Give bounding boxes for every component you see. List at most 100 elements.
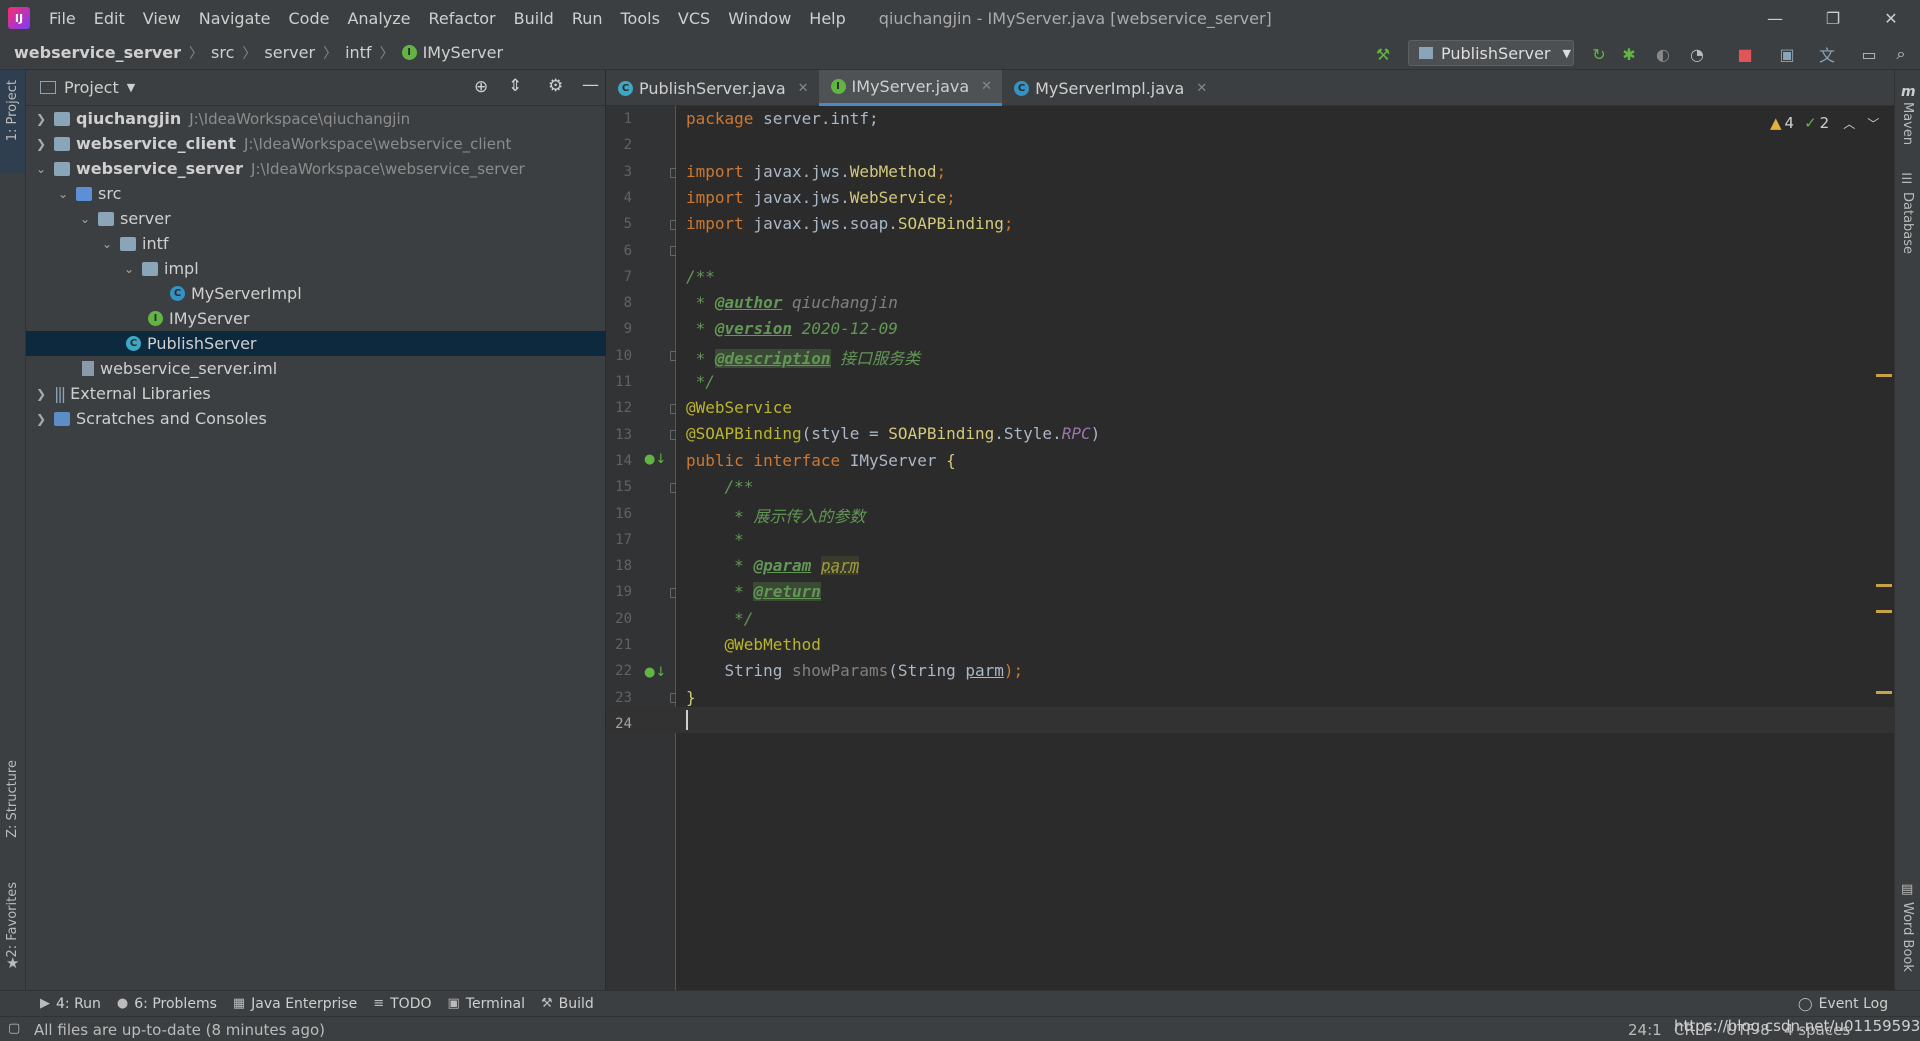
minimize-icon[interactable]: — — [1746, 0, 1804, 36]
terminal-tool-button[interactable]: ▣ Terminal — [448, 996, 525, 1012]
breadcrumb-server[interactable]: server — [264, 43, 315, 62]
run-configuration-select[interactable]: PublishServer ▼ — [1408, 40, 1574, 66]
search-icon[interactable]: ⌕ — [1890, 43, 1912, 65]
next-highlight-icon[interactable]: ﹀ — [1867, 115, 1879, 132]
tab-imyserver[interactable]: I IMyServer.java ✕ — [818, 70, 1003, 106]
menu-vcs[interactable]: VCS — [669, 9, 719, 28]
tree-item-server[interactable]: ⌄ server — [26, 206, 606, 231]
warning-stripe[interactable] — [1876, 374, 1892, 377]
menu-edit[interactable]: Edit — [85, 9, 134, 28]
code-token: @SOAPBinding — [686, 424, 802, 443]
caret-position[interactable]: 24:1 — [1628, 1021, 1662, 1039]
close-icon[interactable]: ✕ — [1862, 0, 1920, 36]
java-enterprise-tool-button[interactable]: ▦ Java Enterprise — [233, 996, 357, 1012]
wordbook-tool-label[interactable]: Word Book — [1900, 902, 1915, 972]
menu-run[interactable]: Run — [563, 9, 612, 28]
project-tool-label[interactable]: 1: Project — [5, 80, 20, 141]
menu-tools[interactable]: Tools — [612, 9, 669, 28]
project-panel-header: Project ▼ ⊕ ⇕ ⚙ — — [26, 70, 605, 106]
tree-item-scratches[interactable]: ❯ Scratches and Consoles — [26, 406, 606, 431]
tree-item-label: intf — [142, 234, 169, 253]
maven-tool-label[interactable]: Maven — [1900, 102, 1915, 145]
tree-item-myserverimpl[interactable]: C MyServerImpl — [26, 281, 606, 306]
chevron-down-icon[interactable]: ▼ — [127, 81, 135, 94]
tree-item-qiuchangjin[interactable]: ❯ qiuchangjin J:\IdeaWorkspace\qiuchangj… — [26, 106, 606, 131]
stop-icon[interactable]: ■ — [1734, 43, 1756, 65]
profiler-icon[interactable]: ◔ — [1686, 43, 1708, 65]
chevron-down-icon[interactable]: ⌄ — [100, 237, 114, 251]
project-view-select[interactable]: Project — [64, 78, 119, 97]
debug-icon[interactable]: ✱ — [1618, 43, 1640, 65]
breadcrumb-src[interactable]: src — [211, 43, 234, 62]
problems-tool-button[interactable]: ● 6: Problems — [117, 996, 217, 1012]
hide-panel-icon[interactable]: — — [582, 75, 599, 95]
tree-item-imyserver[interactable]: I IMyServer — [26, 306, 606, 331]
build-tool-button[interactable]: ⚒ Build — [541, 996, 594, 1012]
warning-stripe[interactable] — [1876, 584, 1892, 587]
collapse-all-icon[interactable]: ⇕ — [508, 76, 522, 96]
tree-item-iml[interactable]: webservice_server.iml — [26, 356, 606, 381]
tab-myserverimpl[interactable]: C MyServerImpl.java ✕ — [1002, 70, 1217, 106]
warning-stripe[interactable] — [1876, 610, 1892, 613]
structure-tool-label[interactable]: Z: Structure — [5, 760, 20, 838]
tree-item-impl[interactable]: ⌄ impl — [26, 256, 606, 281]
todo-tool-button[interactable]: ≡ TODO — [373, 996, 431, 1012]
menu-refactor[interactable]: Refactor — [420, 9, 505, 28]
chevron-right-icon[interactable]: ❯ — [34, 412, 48, 426]
chevron-right-icon[interactable]: ❯ — [34, 112, 48, 126]
chevron-down-icon[interactable]: ⌄ — [56, 187, 70, 201]
presentation-icon[interactable]: ▭ — [1858, 43, 1880, 65]
code-line-23: } — [686, 688, 696, 707]
restore-icon[interactable]: ❐ — [1804, 0, 1862, 36]
menu-window[interactable]: Window — [719, 9, 800, 28]
menu-code[interactable]: Code — [280, 9, 339, 28]
code-editor[interactable]: package server.intf; import javax.jws.We… — [676, 106, 1894, 990]
tree-item-intf[interactable]: ⌄ intf — [26, 231, 606, 256]
tab-publishserver[interactable]: C PublishServer.java ✕ — [606, 70, 819, 106]
warning-stripe[interactable] — [1876, 691, 1892, 694]
close-tab-icon[interactable]: ✕ — [981, 79, 992, 94]
chevron-down-icon[interactable]: ⌄ — [78, 212, 92, 226]
database-tool-label[interactable]: Database — [1900, 192, 1915, 254]
breadcrumb-imyserver[interactable]: IMyServer — [423, 43, 503, 62]
menu-navigate[interactable]: Navigate — [190, 9, 280, 28]
inspection-widget[interactable]: ▲ 4 ✓ 2 ︿ ﹀ — [1770, 114, 1879, 132]
line-number: 5 — [623, 216, 632, 233]
chevron-right-icon[interactable]: ❯ — [34, 387, 48, 401]
menu-build[interactable]: Build — [505, 9, 563, 28]
tree-item-publishserver[interactable]: C PublishServer — [26, 331, 606, 356]
line-number: 3 — [623, 163, 632, 180]
build-hammer-icon[interactable]: ⚒ — [1372, 43, 1394, 65]
breadcrumb-intf[interactable]: intf — [345, 43, 372, 62]
implemented-icon[interactable]: ●↓ — [644, 452, 666, 467]
gear-icon[interactable]: ⚙ — [548, 76, 563, 96]
tree-item-webservice-server[interactable]: ⌄ webservice_server J:\IdeaWorkspace\web… — [26, 156, 606, 181]
menu-file[interactable]: File — [40, 9, 85, 28]
rerun-icon[interactable]: ↻ — [1588, 43, 1610, 65]
chevron-down-icon[interactable]: ⌄ — [122, 262, 136, 276]
coverage-icon[interactable]: ◐ — [1652, 43, 1674, 65]
chevron-right-icon[interactable]: ❯ — [34, 137, 48, 151]
previous-highlight-icon[interactable]: ︿ — [1843, 115, 1855, 132]
line-number: 23 — [615, 689, 632, 706]
chevron-down-icon[interactable]: ⌄ — [34, 162, 48, 176]
favorites-tool-label[interactable]: 2: Favorites — [5, 882, 20, 958]
project-structure-icon[interactable]: ▣ — [1776, 43, 1798, 65]
tree-item-webservice-client[interactable]: ❯ webservice_client J:\IdeaWorkspace\web… — [26, 131, 606, 156]
menu-analyze[interactable]: Analyze — [338, 9, 419, 28]
close-tab-icon[interactable]: ✕ — [798, 81, 809, 96]
locate-icon[interactable]: ⊕ — [474, 77, 488, 97]
breadcrumb-project[interactable]: webservice_server — [14, 43, 181, 62]
menu-view[interactable]: View — [134, 9, 190, 28]
editor-gutter[interactable]: 1 2 3 4 5 6 7 8 9 10 11 12 13 14 15 16 17 18 19 20 21 22 23 24 … — [606, 106, 680, 990]
close-tab-icon[interactable]: ✕ — [1196, 81, 1207, 96]
layout-icon[interactable]: ▢ — [8, 1021, 20, 1036]
translate-icon[interactable]: 文 — [1816, 43, 1838, 65]
tree-item-src[interactable]: ⌄ src — [26, 181, 606, 206]
run-tool-button[interactable]: ▶ 4: Run — [40, 996, 101, 1012]
menu-help[interactable]: Help — [800, 9, 854, 28]
javadoc-tag: @return — [753, 582, 821, 601]
implemented-icon[interactable]: ●↓ — [644, 665, 666, 680]
tree-item-external-libraries[interactable]: ❯ ||| External Libraries — [26, 381, 606, 406]
event-log-tool-button[interactable]: ◯ Event Log — [1798, 996, 1888, 1012]
